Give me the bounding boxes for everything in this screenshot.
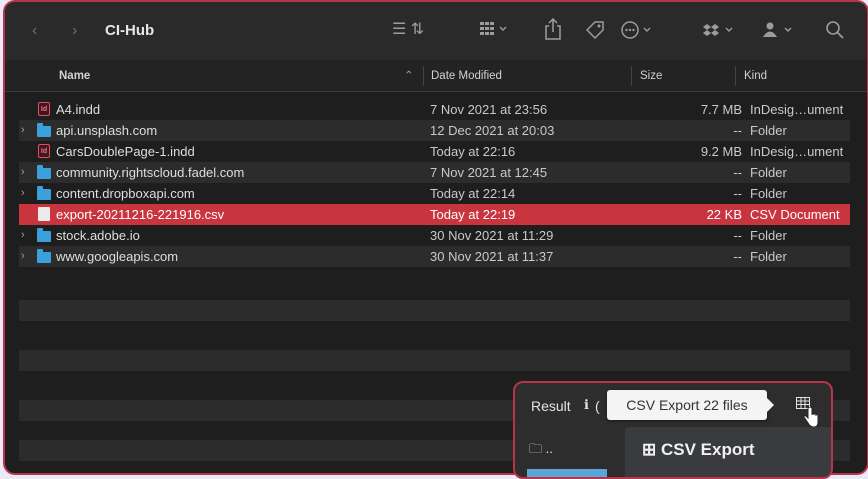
file-row[interactable]: Id CarsDoublePage-1.indd Today at 22:16 …	[19, 141, 850, 162]
file-name: export-20211216-221916.csv	[56, 207, 225, 222]
file-size: --	[733, 165, 742, 180]
file-row-selected[interactable]: export-20211216-221916.csv Today at 22:1…	[19, 204, 850, 225]
file-date: 7 Nov 2021 at 12:45	[430, 165, 548, 180]
sort-ascending-icon[interactable]: ⌃	[404, 68, 414, 84]
file-name: community.rightscloud.fadel.com	[56, 165, 245, 180]
file-date: Today at 22:19	[430, 207, 516, 222]
result-label: Result	[531, 398, 571, 414]
column-divider	[631, 66, 632, 86]
more-circle-icon[interactable]	[621, 20, 655, 46]
folder-icon	[37, 165, 51, 179]
file-size: --	[733, 123, 742, 138]
indesign-file-icon: Id	[38, 102, 50, 116]
csv-export-title[interactable]: ⊞ CSV Export	[642, 441, 754, 459]
empty-row-stripe	[19, 300, 850, 321]
column-header: Name ⌃ Date Modified Size Kind	[5, 60, 867, 92]
folder-icon	[37, 249, 51, 263]
folder-icon	[37, 123, 51, 137]
column-size[interactable]: Size	[640, 68, 662, 84]
file-name: content.dropboxapi.com	[56, 186, 195, 201]
search-icon[interactable]	[825, 20, 845, 46]
chevron-left-icon[interactable]: ‹	[32, 21, 37, 41]
file-kind: Folder	[750, 228, 787, 243]
file-date: 12 Dec 2021 at 20:03	[430, 123, 555, 138]
toolbar: ‹ › CI-Hub ☰ ⇅	[5, 2, 867, 61]
file-kind: CSV Document	[750, 207, 840, 222]
group-grid-icon[interactable]	[480, 20, 510, 44]
chevron-right-icon[interactable]: ›	[21, 120, 25, 141]
column-kind[interactable]: Kind	[744, 68, 767, 84]
chevron-right-icon[interactable]: ›	[72, 21, 77, 41]
thumbnail-strip	[527, 469, 607, 477]
file-row[interactable]: › api.unsplash.com 12 Dec 2021 at 20:03 …	[19, 120, 850, 141]
file-size: --	[733, 228, 742, 243]
chevron-right-icon[interactable]: ›	[21, 183, 25, 204]
file-row[interactable]: › www.googleapis.com 30 Nov 2021 at 11:3…	[19, 246, 850, 267]
window-title: CI-Hub	[105, 22, 155, 39]
file-size: 22 KB	[706, 207, 742, 222]
chevron-right-icon[interactable]: ›	[21, 162, 25, 183]
file-size: --	[733, 186, 742, 201]
chevron-right-icon[interactable]: ›	[21, 246, 25, 267]
folder-icon	[37, 186, 51, 200]
file-size: 9.2 MB	[700, 144, 742, 159]
file-name: api.unsplash.com	[56, 123, 158, 138]
list-view-icon[interactable]: ☰ ⇅	[392, 20, 424, 40]
user-icon[interactable]	[762, 20, 796, 46]
file-kind: Folder	[750, 165, 787, 180]
column-divider	[423, 66, 424, 86]
csv-file-icon	[38, 207, 50, 221]
result-count: (	[595, 398, 600, 414]
file-name: CarsDoublePage-1.indd	[56, 144, 195, 159]
file-date: 30 Nov 2021 at 11:29	[430, 228, 554, 243]
column-name[interactable]: Name	[59, 68, 90, 84]
file-kind: InDesig…ument	[750, 144, 844, 159]
file-date: Today at 22:16	[430, 144, 516, 159]
tooltip: CSV Export 22 files	[607, 390, 774, 420]
chevron-right-icon[interactable]: ›	[21, 225, 25, 246]
empty-row-stripe	[19, 350, 850, 371]
file-row[interactable]: › content.dropboxapi.com Today at 22:14 …	[19, 183, 850, 204]
file-kind: InDesig…ument	[750, 102, 844, 117]
info-icon[interactable]: ℹ	[584, 396, 589, 414]
file-size: --	[733, 249, 742, 264]
file-name: www.googleapis.com	[56, 249, 179, 264]
file-kind: Folder	[750, 249, 787, 264]
indesign-file-icon: Id	[38, 144, 50, 158]
file-name: A4.indd	[56, 102, 101, 117]
parent-folder-link[interactable]: 🗀 ..	[529, 440, 553, 458]
file-row[interactable]: › stock.adobe.io 30 Nov 2021 at 11:29 --…	[19, 225, 850, 246]
file-name: stock.adobe.io	[56, 228, 140, 243]
file-date: 30 Nov 2021 at 11:37	[430, 249, 554, 264]
tag-icon[interactable]	[585, 20, 605, 46]
file-size: 7.7 MB	[700, 102, 742, 117]
file-row[interactable]: Id A4.indd 7 Nov 2021 at 23:56 7.7 MB In…	[19, 99, 850, 120]
folder-icon	[37, 228, 51, 242]
column-date[interactable]: Date Modified	[431, 68, 502, 84]
csv-export-panel: ⊞ CSV Export	[625, 427, 831, 477]
file-date: Today at 22:14	[430, 186, 516, 201]
file-row[interactable]: › community.rightscloud.fadel.com 7 Nov …	[19, 162, 850, 183]
share-icon[interactable]	[544, 17, 562, 46]
dropbox-icon[interactable]	[703, 20, 737, 46]
ci-hub-result-panel: Result ℹ ( CSV Export 22 files 🗀 .. ⊞ CS…	[513, 381, 833, 479]
file-date: 7 Nov 2021 at 23:56	[430, 102, 548, 117]
column-divider	[735, 66, 736, 86]
file-kind: Folder	[750, 186, 787, 201]
file-kind: Folder	[750, 123, 787, 138]
